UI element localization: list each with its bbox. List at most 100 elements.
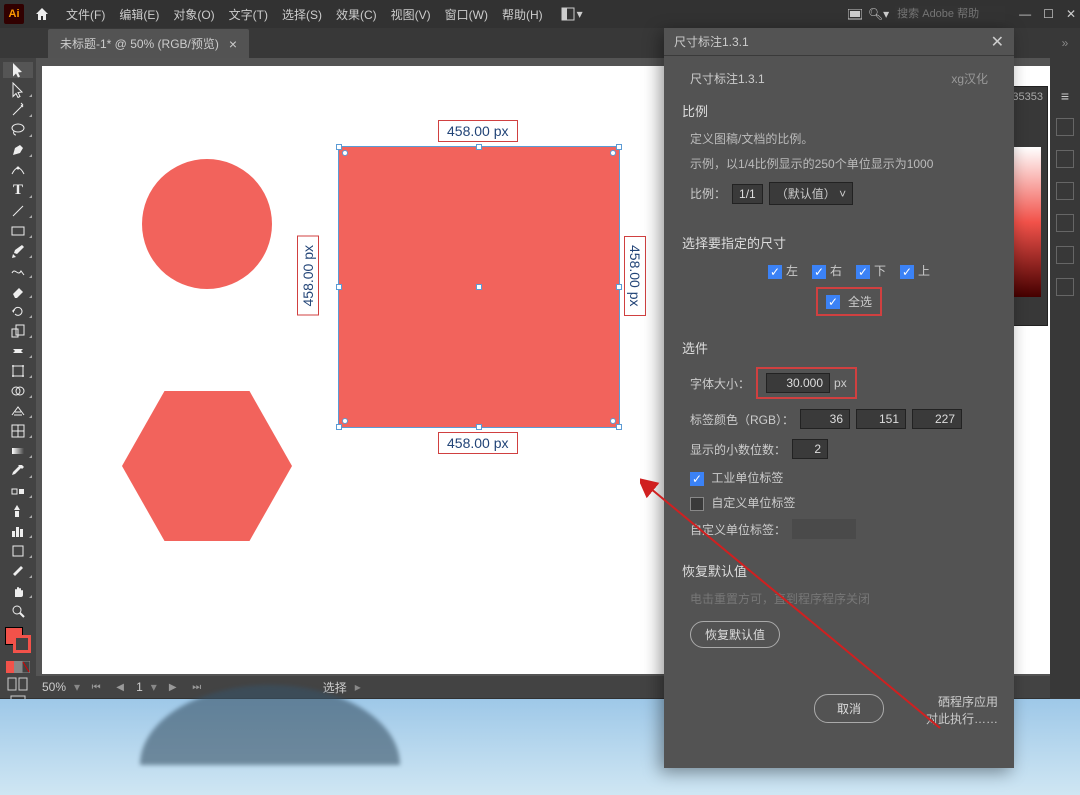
menu-object[interactable]: 对象(O): [167, 2, 220, 27]
scale-desc2: 示例，以1/4比例显示的250个单位显示为1000: [690, 155, 1008, 172]
lasso-tool[interactable]: [3, 122, 33, 138]
zoom-tool[interactable]: [3, 603, 33, 619]
window-maximize-icon[interactable]: ☐: [1043, 7, 1054, 21]
checkbox-industrial[interactable]: ✓: [690, 472, 704, 486]
section-dimensions: 选择要指定的尺寸: [682, 233, 1008, 252]
width-tool[interactable]: [3, 343, 33, 359]
checkbox-down[interactable]: ✓: [856, 265, 870, 279]
dialog-credit: xg汉化: [951, 70, 988, 87]
rectangle-tool[interactable]: [3, 223, 33, 239]
window-close-icon[interactable]: ✕: [1066, 7, 1076, 21]
checkbox-left[interactable]: ✓: [768, 265, 782, 279]
eraser-tool[interactable]: [3, 283, 33, 299]
custom-unit-input: [792, 519, 856, 539]
checkbox-up[interactable]: ✓: [900, 265, 914, 279]
dimension-label-right: 458.00 px: [624, 236, 646, 316]
window-minimize-icon[interactable]: —: [1019, 7, 1031, 21]
menu-help[interactable]: 帮助(H): [496, 2, 549, 27]
scale-label: 比例：: [690, 185, 726, 202]
font-size-input[interactable]: [766, 373, 830, 393]
column-graph-tool[interactable]: [3, 523, 33, 539]
magic-wand-tool[interactable]: [3, 102, 33, 118]
menu-view[interactable]: 视图(V): [385, 2, 437, 27]
type-tool[interactable]: T: [3, 182, 33, 199]
artboard-tool[interactable]: [3, 543, 33, 559]
font-size-unit: px: [834, 376, 847, 390]
select-all-highlight: ✓ 全选: [816, 287, 882, 316]
shaper-tool[interactable]: [3, 263, 33, 279]
section-reset: 恢复默认值: [682, 561, 1008, 580]
menu-file[interactable]: 文件(F): [60, 2, 111, 27]
direct-selection-tool[interactable]: [3, 82, 33, 98]
screen-icon[interactable]: [848, 9, 862, 20]
free-transform-tool[interactable]: [3, 363, 33, 379]
hand-tool[interactable]: [3, 583, 33, 599]
right-panels-collapsed[interactable]: » ≡: [1050, 28, 1080, 699]
decimal-input[interactable]: [792, 439, 828, 459]
menubar: Ai 文件(F) 编辑(E) 对象(O) 文字(T) 选择(S) 效果(C) 视…: [0, 0, 1080, 28]
dialog-close-icon[interactable]: ✕: [991, 32, 1004, 52]
checkbox-select-all[interactable]: ✓: [826, 295, 840, 309]
rectangle-shape-selected[interactable]: [338, 146, 620, 428]
checkbox-custom[interactable]: [690, 497, 704, 511]
home-icon[interactable]: [32, 4, 52, 24]
scale-value-select[interactable]: 1/1: [732, 184, 763, 204]
scale-tool[interactable]: [3, 323, 33, 339]
industrial-label: 工业单位标签: [711, 471, 783, 485]
hexagon-shape[interactable]: [122, 391, 292, 541]
cancel-button[interactable]: 取消: [814, 694, 884, 723]
perspective-grid-tool[interactable]: [3, 403, 33, 419]
circle-shape[interactable]: [142, 159, 272, 289]
dialog-title-text: 尺寸标注1.3.1: [674, 33, 749, 50]
color-g-input[interactable]: [856, 409, 906, 429]
fill-stroke-swatch[interactable]: [5, 627, 31, 653]
pen-tool[interactable]: [3, 142, 33, 158]
draw-mode[interactable]: [3, 677, 33, 691]
menu-window[interactable]: 窗口(W): [439, 2, 494, 27]
section-options: 选件: [682, 338, 1008, 357]
color-mode[interactable]: [3, 661, 33, 673]
dimension-dialog: 尺寸标注1.3.1 ✕ 尺寸标注1.3.1 xg汉化 比例 定义图稿/文档的比例…: [664, 28, 1014, 768]
zoom-level[interactable]: 50%: [42, 680, 66, 694]
paintbrush-tool[interactable]: [3, 243, 33, 259]
gradient-tool[interactable]: [3, 443, 33, 459]
slice-tool[interactable]: [3, 563, 33, 579]
curvature-tool[interactable]: [3, 162, 33, 178]
blend-tool[interactable]: [3, 483, 33, 499]
scale-desc1: 定义图稿/文档的比例。: [690, 130, 1008, 147]
mesh-tool[interactable]: [3, 423, 33, 439]
menu-type[interactable]: 文字(T): [223, 2, 274, 27]
custom-label: 自定义单位标签: [711, 496, 795, 510]
chevron-down-icon: ˅: [839, 187, 846, 201]
menu-select[interactable]: 选择(S): [276, 2, 328, 27]
nav-first-icon[interactable]: ⏮: [88, 679, 104, 695]
checkbox-right[interactable]: ✓: [812, 265, 826, 279]
nav-last-icon[interactable]: ⏭: [189, 679, 205, 695]
eyedropper-tool[interactable]: [3, 463, 33, 479]
layout-icon[interactable]: [561, 7, 575, 21]
font-size-label: 字体大小：: [690, 375, 750, 392]
rotate-tool[interactable]: [3, 303, 33, 319]
dialog-subtitle: 尺寸标注1.3.1: [690, 70, 765, 87]
decimal-label: 显示的小数位数：: [690, 441, 786, 458]
search-input[interactable]: [895, 6, 1005, 22]
document-tab[interactable]: 未标题-1* @ 50% (RGB/预览) ×: [48, 29, 249, 58]
selection-tool[interactable]: [3, 62, 33, 78]
color-b-input[interactable]: [912, 409, 962, 429]
scale-default-select[interactable]: （默认值） ˅: [769, 182, 853, 205]
shape-builder-tool[interactable]: [3, 383, 33, 399]
color-r-input[interactable]: [800, 409, 850, 429]
search-icon[interactable]: 🔍︎▾: [868, 7, 889, 21]
symbol-sprayer-tool[interactable]: [3, 503, 33, 519]
reset-button[interactable]: 恢复默认值: [690, 621, 780, 648]
dimension-label-top: 458.00 px: [438, 120, 518, 142]
menu-effect[interactable]: 效果(C): [330, 2, 383, 27]
center-handle[interactable]: [476, 284, 482, 290]
custom-field-label: 自定义单位标签：: [690, 521, 786, 538]
nav-next-icon[interactable]: ▶: [165, 679, 181, 695]
dialog-titlebar[interactable]: 尺寸标注1.3.1 ✕: [664, 28, 1014, 56]
menu-edit[interactable]: 编辑(E): [113, 2, 165, 27]
line-tool[interactable]: [3, 203, 33, 219]
nav-prev-icon[interactable]: ◀: [112, 679, 128, 695]
tab-close-icon[interactable]: ×: [229, 37, 237, 51]
